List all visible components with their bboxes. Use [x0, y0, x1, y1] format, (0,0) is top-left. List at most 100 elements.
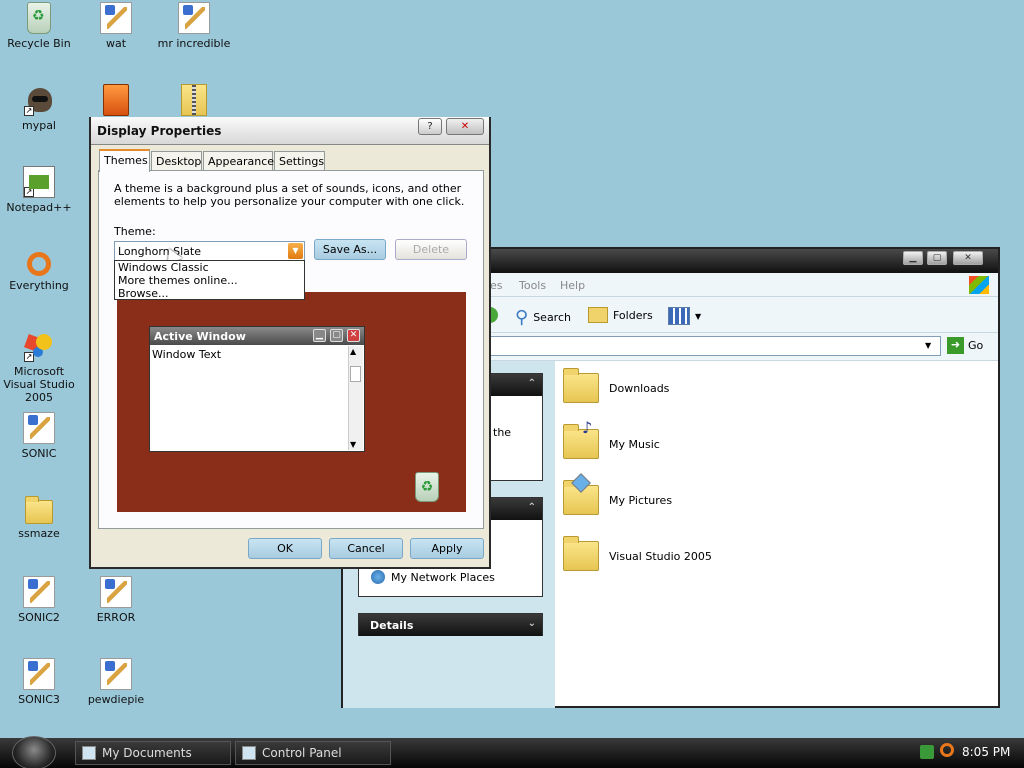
desktop-icon-zip[interactable] — [155, 84, 233, 119]
document-icon — [100, 658, 132, 690]
close-button[interactable]: ✕ — [953, 251, 983, 265]
dropdown-option-windows-classic[interactable]: Windows Classic — [115, 261, 304, 274]
tab-desktop[interactable]: Desktop — [151, 151, 202, 171]
control-panel-icon — [242, 746, 256, 760]
file-item-downloads[interactable]: Downloads — [563, 368, 670, 403]
dropdown-option-browse[interactable]: Browse... — [115, 287, 304, 300]
desktop-icon-sonic[interactable]: SONIC — [0, 412, 78, 460]
desktop-icon-sonic2[interactable]: SONIC2 — [0, 576, 78, 624]
preview-active-window: Active Window ▁ ▢ ✕ Window Text ▲ ▼ — [149, 326, 365, 452]
dropdown-option-more-themes-online[interactable]: More themes online... — [115, 274, 304, 287]
desktop-icon-unlabeled-app[interactable] — [77, 84, 155, 119]
document-icon — [100, 576, 132, 608]
scroll-thumb — [350, 366, 361, 382]
menu-item-help[interactable]: Help — [560, 279, 585, 292]
file-item-visual-studio-2005[interactable]: Visual Studio 2005 — [563, 536, 712, 571]
file-label: Downloads — [609, 381, 670, 395]
taskbar-item-label: My Documents — [102, 746, 192, 760]
recycle-bin-icon — [27, 2, 51, 34]
desktop-icon-wat[interactable]: wat — [77, 2, 155, 50]
everything-tray-icon[interactable] — [940, 743, 954, 757]
dialog-title-bar[interactable]: Display Properties ? ✕ — [91, 117, 489, 145]
document-icon — [23, 576, 55, 608]
pictures-folder-icon — [563, 473, 599, 515]
file-label: My Pictures — [609, 493, 673, 507]
taskbar: My Documents Control Panel 8:05 PM — [0, 736, 1024, 768]
icon-label: mr incredible — [157, 37, 231, 50]
shortcut-arrow-icon: ↗ — [24, 187, 34, 197]
menu-item-tools[interactable]: Tools — [519, 279, 546, 292]
ok-button[interactable]: OK — [248, 538, 322, 559]
close-icon: ✕ — [347, 329, 360, 342]
everything-search-icon — [27, 252, 51, 276]
mypal-icon: ↗ — [24, 84, 54, 116]
start-button[interactable] — [12, 736, 56, 768]
desktop-icon-everything[interactable]: Everything — [0, 248, 78, 292]
file-item-my-music[interactable]: ♪ My Music — [563, 418, 660, 459]
link-label: My Network Places — [391, 570, 495, 584]
taskbar-item-label: Control Panel — [262, 746, 342, 760]
maximize-icon: ▢ — [330, 329, 343, 342]
views-button[interactable]: ▼ — [668, 307, 701, 325]
icon-label: Recycle Bin — [7, 37, 71, 50]
document-icon — [23, 412, 55, 444]
preview-recycle-bin-icon: ♻ — [415, 472, 439, 502]
chevron-down-icon: ▼ — [695, 311, 702, 321]
theme-label: Theme: — [114, 225, 156, 238]
taskbar-item-my-documents[interactable]: My Documents — [75, 741, 231, 765]
desktop-icon-sonic3[interactable]: SONIC3 — [0, 658, 78, 706]
desktop-icon-mr-incredible[interactable]: mr incredible — [155, 2, 233, 50]
desktop-icon-mypal[interactable]: ↗ mypal — [0, 84, 78, 132]
search-button[interactable]: ⚲ Search — [515, 307, 571, 328]
network-tray-icon[interactable] — [920, 745, 934, 759]
maximize-button[interactable]: ▢ — [927, 251, 947, 265]
delete-button[interactable]: Delete — [395, 239, 467, 260]
menu-item-favorites[interactable]: es — [490, 279, 503, 292]
desktop-icon-pewdiepie[interactable]: pewdiepie — [77, 658, 155, 706]
chevron-down-icon[interactable]: ▼ — [288, 243, 303, 259]
icon-label: ERROR — [96, 611, 136, 624]
icon-label: pewdiepie — [87, 693, 145, 706]
desktop-icon-visual-studio[interactable]: ↗ Microsoft Visual Studio 2005 — [0, 330, 78, 404]
document-icon — [100, 2, 132, 34]
display-properties-dialog: Display Properties ? ✕ Themes Desktop Ap… — [89, 117, 491, 569]
tab-settings[interactable]: Settings — [274, 151, 325, 171]
folder-icon — [563, 368, 599, 403]
windows-logo-icon — [969, 276, 989, 294]
go-label: Go — [968, 339, 984, 352]
desktop-icon-ssmaze[interactable]: ssmaze — [0, 494, 78, 540]
task-panel-details: Details ⌄ — [358, 613, 543, 636]
desktop-icon-error[interactable]: ERROR — [77, 576, 155, 624]
zip-folder-icon — [181, 84, 207, 116]
icon-label: SONIC2 — [18, 611, 60, 624]
tab-themes[interactable]: Themes — [99, 149, 150, 172]
close-button[interactable]: ✕ — [446, 118, 484, 135]
icon-label: wat — [105, 37, 127, 50]
icon-label: Everything — [9, 279, 69, 292]
cancel-button[interactable]: Cancel — [329, 538, 403, 559]
chevron-down-icon[interactable]: ▼ — [925, 341, 931, 350]
tab-appearance[interactable]: Appearance — [203, 151, 274, 171]
shortcut-arrow-icon: ↗ — [24, 352, 34, 362]
apply-button[interactable]: Apply — [410, 538, 484, 559]
link-my-network-places[interactable]: My Network Places — [371, 570, 495, 584]
theme-select[interactable]: Longhorn Slate ▼ — [114, 241, 305, 261]
application-icon — [103, 84, 129, 116]
minimize-button[interactable]: ▁ — [903, 251, 923, 265]
desktop-icon-recycle-bin[interactable]: Recycle Bin — [0, 2, 78, 50]
panel-header-details[interactable]: Details ⌄ — [359, 614, 542, 636]
help-button[interactable]: ? — [418, 118, 442, 135]
notepad-plus-plus-icon: ↗ — [23, 166, 55, 198]
search-icon: ⚲ — [515, 307, 529, 328]
go-button[interactable]: ➜ Go — [947, 337, 983, 354]
panel-text: the — [493, 426, 512, 439]
save-as-button[interactable]: Save As... — [314, 239, 386, 260]
clock[interactable]: 8:05 PM — [962, 745, 1010, 759]
file-item-my-pictures[interactable]: My Pictures — [563, 473, 673, 515]
theme-dropdown-list: Windows Classic More themes online... Br… — [114, 260, 305, 300]
document-icon — [23, 658, 55, 690]
views-icon — [668, 307, 690, 325]
desktop-icon-notepad-plus-plus[interactable]: ↗ Notepad++ — [0, 166, 78, 214]
taskbar-item-control-panel[interactable]: Control Panel — [235, 741, 391, 765]
folders-button[interactable]: Folders — [588, 307, 653, 323]
